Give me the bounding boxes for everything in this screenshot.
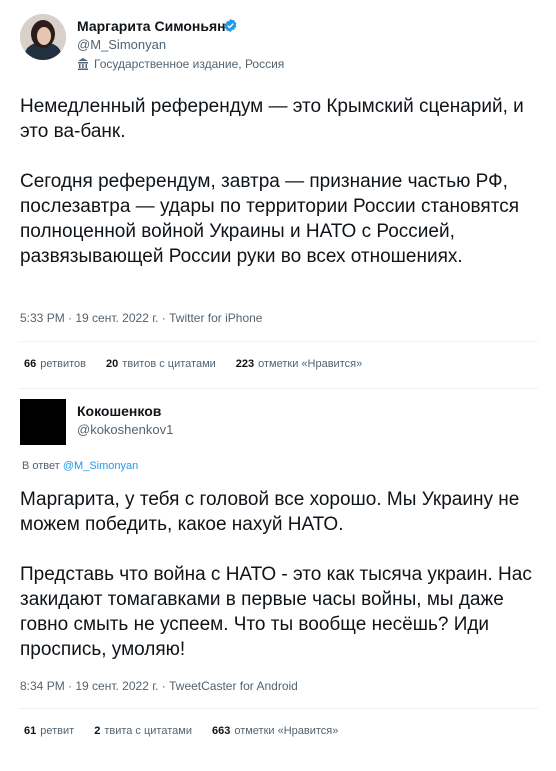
tweet-text: Маргарита, у тебя с головой все хорошо. … bbox=[20, 489, 532, 660]
likes-count[interactable]: 663 отметки «Нравится» bbox=[212, 725, 338, 737]
author-name[interactable]: Кокошенков bbox=[77, 403, 161, 419]
divider bbox=[18, 388, 538, 389]
divider bbox=[18, 708, 538, 709]
likes-count[interactable]: 223 отметки «Нравится» bbox=[236, 358, 362, 370]
tweet-stats: 61 ретвит 2 твита с цитатами 663 отметки «Н… bbox=[24, 725, 338, 737]
author-handle[interactable]: @M_Simonyan bbox=[77, 37, 166, 52]
reply-to: В ответ @M_Simonyan bbox=[22, 460, 139, 472]
verified-badge-icon bbox=[224, 18, 237, 33]
avatar[interactable] bbox=[20, 14, 66, 60]
retweets-count[interactable]: 66 ретвитов bbox=[24, 358, 86, 370]
tweet-timestamp[interactable]: 5:33 PM · 19 сент. 2022 г. · Twitter for… bbox=[20, 311, 262, 325]
reply-to-link[interactable]: @M_Simonyan bbox=[63, 460, 138, 472]
state-media-text: Государственное издание, Россия bbox=[94, 57, 285, 71]
quote-tweets-count[interactable]: 2 твита с цитатами bbox=[94, 725, 192, 737]
author-handle[interactable]: @kokoshenkov1 bbox=[77, 422, 173, 437]
tweet-timestamp[interactable]: 8:34 PM · 19 сент. 2022 г. · TweetCaster… bbox=[20, 679, 298, 693]
tweet-reply: Кокошенков @kokoshenkov1 В ответ @M_Simo… bbox=[0, 385, 556, 771]
state-media-icon bbox=[78, 58, 88, 70]
quote-tweets-count[interactable]: 20 твитов с цитатами bbox=[106, 358, 216, 370]
tweet-text: Немедленный референдум — это Крымский сц… bbox=[20, 96, 524, 267]
tweet-stats: 66 ретвитов 20 твитов с цитатами 223 отметк… bbox=[24, 358, 362, 370]
retweets-count[interactable]: 61 ретвит bbox=[24, 725, 74, 737]
author-name[interactable]: Маргарита Симоньян bbox=[77, 18, 226, 34]
tweet-original: Маргарита Симоньян @M_Simonyan Государст… bbox=[0, 0, 556, 385]
divider bbox=[18, 341, 538, 342]
state-media-label[interactable]: Государственное издание, Россия bbox=[77, 57, 284, 71]
avatar[interactable] bbox=[20, 399, 66, 445]
